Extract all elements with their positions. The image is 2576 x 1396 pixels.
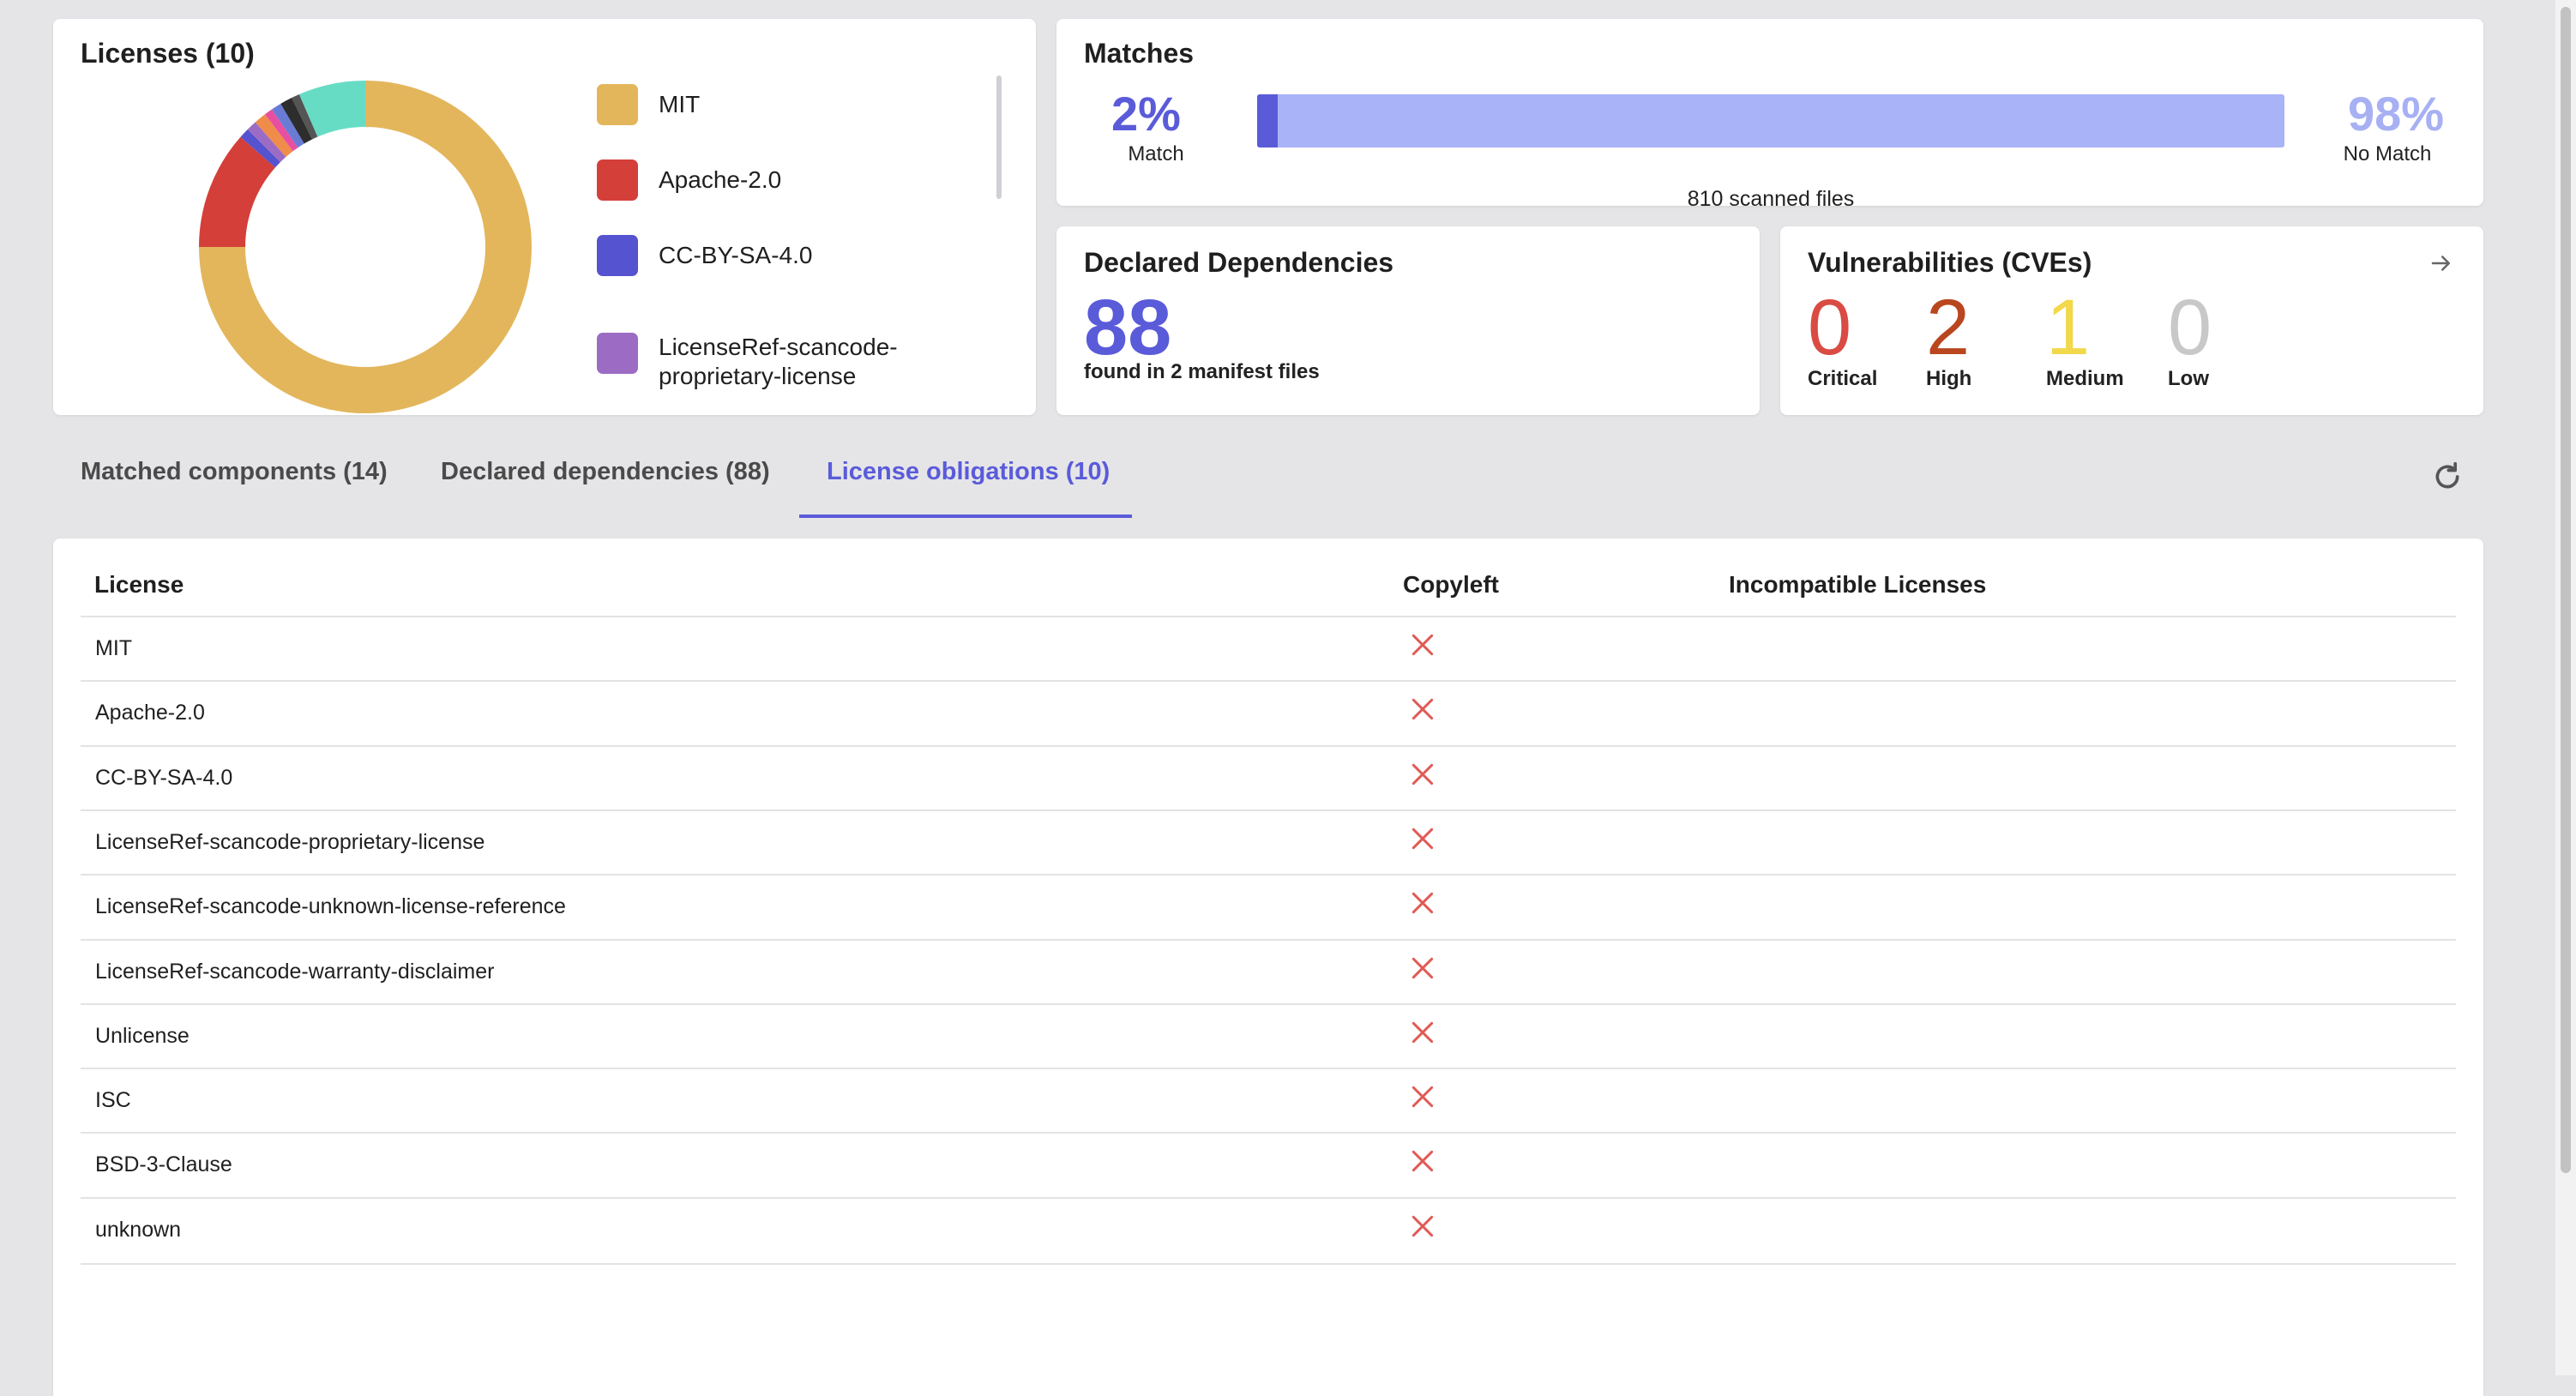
active-tab-indicator	[799, 514, 1132, 518]
close-x-icon	[1411, 1151, 1434, 1172]
nomatch-percentage: 98%	[2348, 87, 2445, 141]
close-x-icon	[1411, 699, 1434, 720]
table-row[interactable]: LicenseRef-scancode-proprietary-license	[81, 809, 2456, 876]
legend-label: LicenseRef-scancode-proprietary-license	[659, 334, 898, 389]
table-row[interactable]: unknown	[81, 1196, 2456, 1265]
vuln-critical: 0 Critical	[1808, 285, 1877, 391]
legend-swatch	[597, 235, 638, 276]
close-x-icon	[1411, 957, 1434, 978]
table-row[interactable]: Apache-2.0	[81, 680, 2456, 746]
license-name: LicenseRef-scancode-warranty-disclaimer	[95, 959, 495, 984]
close-x-icon	[1411, 1215, 1434, 1237]
vulnerabilities-card[interactable]: Vulnerabilities (CVEs) 0 Critical 2 High…	[1780, 226, 2483, 415]
matches-card: Matches 2% Match 98% No Match 810 scanne…	[1056, 19, 2483, 211]
table-row[interactable]: LicenseRef-scancode-unknown-license-refe…	[81, 874, 2456, 940]
legend-swatch	[597, 159, 638, 201]
vuln-label: Critical	[1808, 367, 1878, 390]
dependencies-title: Declared Dependencies	[1084, 247, 1394, 278]
legend-item: MIT	[597, 84, 950, 125]
vuln-label: Medium	[2046, 367, 2124, 390]
close-x-icon	[1411, 827, 1434, 850]
matches-title: Matches	[1084, 38, 1195, 69]
vuln-label: Low	[2168, 367, 2209, 390]
arrow-right-icon[interactable]	[2429, 250, 2454, 276]
refresh-icon[interactable]	[2430, 460, 2465, 494]
table-row[interactable]: BSD-3-Clause	[81, 1132, 2456, 1198]
vuln-high: 2 High	[1926, 285, 1971, 391]
legend-label: CC-BY-SA-4.0	[659, 242, 813, 268]
vuln-medium: 1 Medium	[2046, 285, 2124, 391]
match-label: Match	[1128, 142, 1184, 165]
nomatch-label: No Match	[2343, 142, 2432, 165]
license-name: unknown	[95, 1217, 182, 1242]
match-percentage: 2%	[1111, 87, 1181, 141]
legend-scrollbar[interactable]	[996, 75, 1002, 199]
vulnerabilities-title: Vulnerabilities (CVEs)	[1808, 247, 2092, 278]
dependencies-count: 88	[1084, 284, 1172, 371]
dependencies-subtitle: found in 2 manifest files	[1084, 360, 1320, 383]
license-name: Apache-2.0	[95, 701, 205, 725]
table-row[interactable]: MIT	[81, 616, 2456, 682]
close-x-icon	[1411, 893, 1434, 914]
license-name: BSD-3-Clause	[95, 1152, 232, 1177]
license-name: CC-BY-SA-4.0	[95, 765, 233, 790]
legend-swatch	[597, 333, 638, 374]
table-row[interactable]: CC-BY-SA-4.0	[81, 744, 2456, 811]
column-header-incompatible[interactable]: Incompatible Licenses	[1729, 571, 1986, 599]
table-row[interactable]: Unlicense	[81, 1002, 2456, 1069]
vuln-count: 0	[1808, 284, 1852, 371]
vuln-count: 2	[1926, 284, 1971, 371]
scanned-files-count: 810 scanned files	[1687, 187, 1855, 211]
license-name: ISC	[95, 1088, 131, 1113]
license-name: MIT	[95, 636, 133, 660]
license-obligations-table: License Copyleft Incompatible Licenses M…	[53, 539, 2483, 1396]
licenses-donut-chart	[199, 81, 532, 413]
table-row[interactable]: ISC	[81, 1068, 2456, 1134]
license-name: Unlicense	[95, 1023, 190, 1048]
page-scrollbar[interactable]	[2555, 0, 2576, 1375]
tab-declared-dependencies[interactable]: Declared dependencies (88)	[441, 458, 770, 486]
column-header-license[interactable]: License	[94, 571, 184, 599]
match-progress-bar	[1257, 94, 2284, 147]
legend-item: Apache-2.0	[597, 159, 950, 201]
vuln-label: High	[1926, 367, 1972, 390]
vuln-count: 0	[2168, 284, 2212, 371]
match-progress-fill	[1257, 94, 1278, 147]
legend-label: MIT	[659, 91, 701, 117]
legend-label: Apache-2.0	[659, 166, 782, 193]
tab-matched-components[interactable]: Matched components (14)	[81, 458, 388, 486]
close-x-icon	[1411, 634, 1434, 656]
legend-item: CC-BY-SA-4.0	[597, 235, 950, 276]
legend-item: LicenseRef-scancode-proprietary-license	[597, 333, 950, 391]
licenses-card: Licenses (10) MIT Apache-2.0 CC-BY-SA-4.…	[53, 19, 1036, 415]
license-name: LicenseRef-scancode-proprietary-license	[95, 829, 485, 854]
close-x-icon	[1411, 1021, 1434, 1043]
close-x-icon	[1411, 763, 1434, 785]
licenses-title: Licenses (10)	[81, 38, 255, 69]
license-name: LicenseRef-scancode-unknown-license-refe…	[95, 894, 566, 919]
table-row[interactable]: LicenseRef-scancode-warranty-disclaimer	[81, 938, 2456, 1005]
tab-license-obligations[interactable]: License obligations (10)	[827, 458, 1110, 486]
declared-dependencies-card[interactable]: Declared Dependencies 88 found in 2 mani…	[1056, 226, 1760, 415]
close-x-icon	[1411, 1086, 1434, 1108]
vuln-low: 0 Low	[2168, 285, 2212, 391]
vuln-count: 1	[2046, 284, 2091, 371]
column-header-copyleft[interactable]: Copyleft	[1403, 571, 1499, 599]
legend-swatch	[597, 84, 638, 125]
page-scroll-thumb[interactable]	[2561, 7, 2571, 1173]
